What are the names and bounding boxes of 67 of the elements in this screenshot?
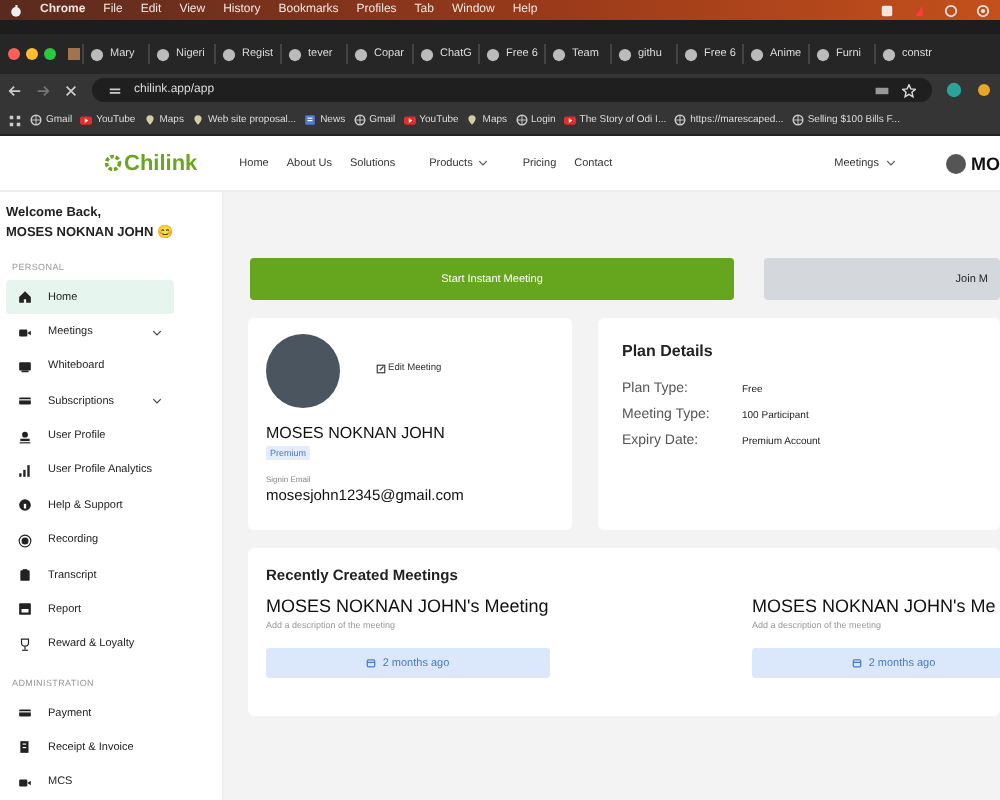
info-icon[interactable] — [944, 3, 958, 17]
globe-icon — [353, 114, 366, 126]
globe-icon — [674, 114, 687, 126]
chevron-down-icon — [152, 396, 162, 407]
favicon-icon — [90, 47, 104, 61]
favicon-icon — [684, 47, 698, 61]
logo-icon — [104, 154, 122, 172]
favicon-icon — [156, 47, 170, 61]
close-icon[interactable] — [64, 83, 78, 97]
logo-text: Chilink — [124, 151, 198, 175]
chevron-down-icon — [478, 158, 489, 168]
meeting-title: MOSES NOKNAN JOHN's Me — [752, 594, 998, 618]
video-camera-icon — [18, 775, 32, 790]
meeting-title: MOSES NOKNAN JOHN's Meeting — [266, 594, 551, 618]
report-icon — [18, 602, 32, 617]
calendar-icon — [852, 658, 863, 668]
plan-title: Plan Details — [622, 342, 715, 360]
favicon-icon — [618, 47, 632, 61]
favicon-icon — [750, 47, 764, 61]
translate-icon[interactable] — [874, 83, 890, 97]
back-icon[interactable] — [8, 83, 22, 97]
favicon-icon — [420, 47, 434, 61]
calendar-icon — [366, 658, 377, 668]
logo-icon — [10, 3, 22, 17]
favicon-icon — [354, 47, 368, 61]
user-name: MO — [971, 153, 1000, 173]
profile-name: MOSES NOKNAN JOHN — [266, 424, 447, 442]
globe-icon — [30, 114, 42, 126]
card-icon — [18, 394, 32, 409]
pin-icon — [143, 114, 156, 126]
pin-icon — [191, 114, 204, 126]
avatar-icon — [945, 153, 965, 173]
favicon-icon — [816, 47, 830, 61]
play-icon — [80, 114, 93, 126]
home-icon — [18, 290, 32, 305]
pin-icon — [466, 114, 479, 126]
globe-icon — [515, 114, 528, 126]
news-icon — [304, 114, 317, 126]
favicon-icon — [552, 47, 566, 61]
receipt-icon — [18, 740, 32, 755]
board-icon — [18, 359, 32, 374]
favicon-icon — [222, 47, 236, 61]
record-icon — [18, 533, 32, 548]
globe-icon — [791, 114, 804, 126]
site-settings-icon[interactable] — [108, 83, 122, 97]
clipboard-icon — [18, 568, 32, 583]
play-icon — [403, 114, 416, 126]
pinned-tab-icon[interactable] — [66, 46, 82, 62]
edit-icon — [376, 364, 386, 374]
play-icon — [563, 114, 576, 126]
favicon-icon — [882, 47, 896, 61]
star-icon[interactable] — [902, 83, 916, 97]
video-camera-icon — [18, 325, 32, 340]
favicon-icon — [486, 47, 500, 61]
bar-chart-icon — [18, 463, 32, 478]
chevron-down-icon — [885, 158, 895, 168]
forward-icon[interactable] — [36, 83, 50, 97]
card-icon — [18, 706, 32, 721]
person-icon — [18, 429, 32, 444]
toggle-icon[interactable] — [976, 3, 990, 17]
avatar-photo — [266, 334, 340, 408]
chevron-down-icon — [152, 327, 162, 338]
status-icon[interactable] — [880, 3, 894, 17]
favicon-icon — [288, 47, 302, 61]
apps-grid-icon[interactable] — [8, 113, 22, 127]
help-icon — [18, 498, 32, 513]
trophy-icon — [18, 637, 32, 652]
